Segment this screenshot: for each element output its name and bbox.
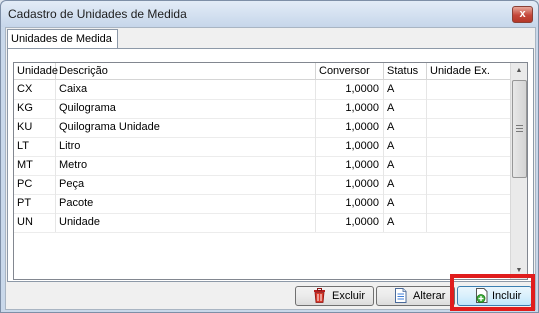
cell-unidade: MT — [14, 156, 56, 175]
cell-status: A — [384, 175, 427, 194]
table-row[interactable]: CX Caixa 1,0000 A — [14, 80, 511, 100]
column-header-conversor[interactable]: Conversor — [316, 63, 384, 79]
cell-descricao: Unidade — [56, 213, 316, 232]
table-row[interactable]: UN Unidade 1,0000 A — [14, 213, 511, 233]
cell-unidade-ex — [427, 156, 511, 175]
dialog-window: Cadastro de Unidades de Medida x Unidade… — [0, 0, 539, 313]
excluir-label: Excluir — [332, 290, 366, 302]
excluir-button[interactable]: Excluir — [295, 286, 374, 306]
cell-descricao: Quilograma Unidade — [56, 118, 316, 137]
cell-unidade: PC — [14, 175, 56, 194]
cell-unidade-ex — [427, 213, 511, 232]
grid-header: Unidade Descrição Conversor Status Unida… — [14, 63, 511, 80]
cell-descricao: Pacote — [56, 194, 316, 213]
column-header-unidade-ex[interactable]: Unidade Ex. — [427, 63, 511, 79]
tab-unidades-de-medida[interactable]: Unidades de Medida — [7, 29, 118, 49]
cell-status: A — [384, 156, 427, 175]
cell-unidade: LT — [14, 137, 56, 156]
scroll-up-arrow-icon[interactable]: ▲ — [511, 63, 527, 79]
cell-unidade-ex — [427, 137, 511, 156]
units-grid[interactable]: Unidade Descrição Conversor Status Unida… — [13, 62, 528, 280]
alterar-label: Alterar — [413, 290, 446, 302]
tab-page: Unidade Descrição Conversor Status Unida… — [7, 48, 534, 282]
table-row[interactable]: PC Peça 1,0000 A — [14, 175, 511, 195]
cell-conversor: 1,0000 — [316, 118, 384, 137]
table-row[interactable]: KU Quilograma Unidade 1,0000 A — [14, 118, 511, 138]
scrollbar-thumb[interactable] — [512, 80, 527, 178]
close-icon: x — [519, 8, 526, 20]
table-row[interactable]: MT Metro 1,0000 A — [14, 156, 511, 176]
cell-conversor: 1,0000 — [316, 156, 384, 175]
cell-conversor: 1,0000 — [316, 137, 384, 156]
cell-conversor: 1,0000 — [316, 213, 384, 232]
vertical-scrollbar[interactable]: ▲ ▼ — [510, 63, 527, 279]
cell-conversor: 1,0000 — [316, 99, 384, 118]
title-bar[interactable]: Cadastro de Unidades de Medida x — [1, 1, 538, 27]
cell-unidade: CX — [14, 80, 56, 99]
highlight-box — [450, 274, 535, 311]
table-row[interactable]: PT Pacote 1,0000 A — [14, 194, 511, 214]
column-header-unidade[interactable]: Unidade — [14, 63, 58, 79]
column-header-status[interactable]: Status — [384, 63, 427, 79]
cell-descricao: Caixa — [56, 80, 316, 99]
cell-unidade-ex — [427, 99, 511, 118]
cell-descricao: Metro — [56, 156, 316, 175]
trash-icon — [314, 288, 325, 303]
close-button[interactable]: x — [512, 6, 533, 23]
cell-unidade-ex — [427, 118, 511, 137]
cell-unidade-ex — [427, 80, 511, 99]
cell-status: A — [384, 137, 427, 156]
cell-unidade-ex — [427, 175, 511, 194]
cell-unidade: KG — [14, 99, 56, 118]
client-area: Unidades de Medida Unidade Descrição Con… — [5, 27, 536, 310]
cell-descricao: Peça — [56, 175, 316, 194]
cell-unidade: PT — [14, 194, 56, 213]
alterar-button[interactable]: Alterar — [376, 286, 455, 306]
column-header-descricao[interactable]: Descrição — [56, 63, 316, 79]
grip-line — [516, 128, 523, 129]
cell-status: A — [384, 118, 427, 137]
table-row[interactable]: LT Litro 1,0000 A — [14, 137, 511, 157]
document-edit-icon — [395, 288, 407, 303]
cell-conversor: 1,0000 — [316, 194, 384, 213]
cell-status: A — [384, 80, 427, 99]
cell-unidade-ex — [427, 194, 511, 213]
cell-conversor: 1,0000 — [316, 80, 384, 99]
cell-descricao: Quilograma — [56, 99, 316, 118]
cell-status: A — [384, 194, 427, 213]
grip-line — [516, 125, 523, 126]
cell-conversor: 1,0000 — [316, 175, 384, 194]
table-row[interactable]: KG Quilograma 1,0000 A — [14, 99, 511, 119]
window-title: Cadastro de Unidades de Medida — [8, 7, 187, 21]
cell-status: A — [384, 99, 427, 118]
grip-line — [516, 131, 523, 132]
cell-unidade: KU — [14, 118, 56, 137]
cell-status: A — [384, 213, 427, 232]
cell-unidade: UN — [14, 213, 56, 232]
cell-descricao: Litro — [56, 137, 316, 156]
